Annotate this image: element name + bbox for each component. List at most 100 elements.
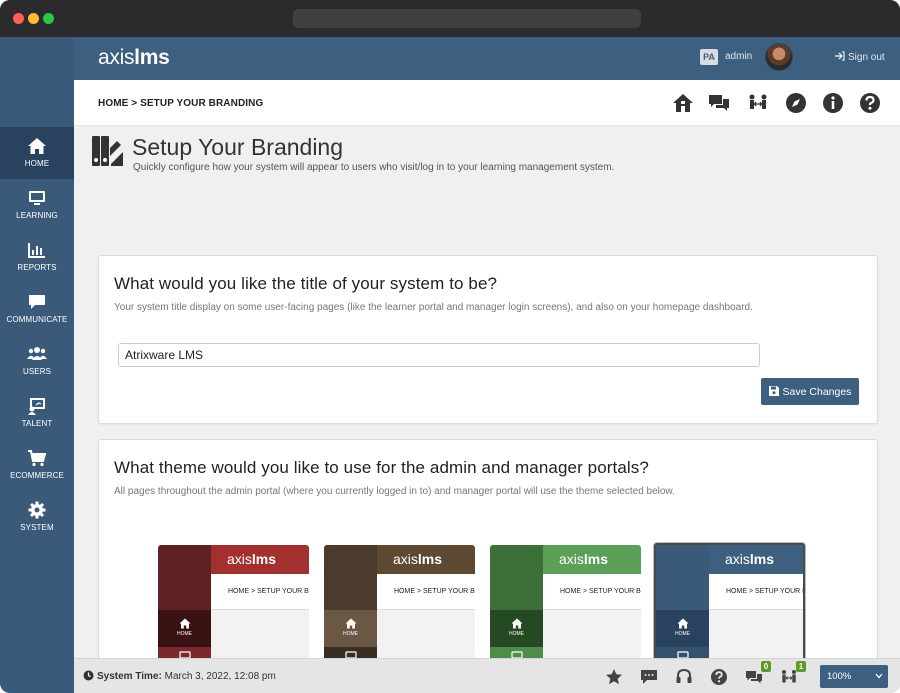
theme-breadcrumb-preview: HOME > SETUP YOUR BI [543, 574, 641, 610]
theme-logo-bold: lms [417, 551, 443, 567]
theme-card: What theme would you like to use for the… [98, 439, 878, 658]
logo-text-bold: lms [134, 46, 170, 69]
monitor-icon [178, 651, 191, 658]
help-icon[interactable] [859, 92, 881, 114]
chat-bubbles-icon[interactable] [708, 92, 730, 114]
sidebar-item-label: TALENT [21, 419, 53, 428]
help-icon[interactable] [710, 668, 728, 686]
monitor-icon [344, 651, 357, 658]
theme-home-label: HOME [177, 631, 192, 637]
user-initials-badge[interactable]: PA [700, 49, 718, 65]
compass-icon[interactable] [785, 92, 807, 114]
system-title-description: Your system title display on some user-f… [114, 302, 753, 313]
theme-home-item: HOME [158, 610, 211, 647]
chat-count-badge: 0 [761, 661, 771, 672]
theme-header-swatch: axislms [543, 545, 641, 574]
home-icon[interactable] [672, 92, 694, 114]
browser-titlebar [0, 0, 900, 37]
breadcrumb: HOME > SETUP YOUR BRANDING [98, 98, 263, 109]
zoom-value: 100% [827, 671, 852, 682]
save-changes-label: Save Changes [782, 385, 852, 398]
theme-option-1[interactable]: axislms HOME > SETUP YOUR BI HOME [158, 545, 309, 658]
top-header: axislms PA admin Sign out [74, 37, 900, 80]
sidebar-item-learning[interactable]: LEARNING [0, 179, 74, 231]
breadcrumb-home-link[interactable]: HOME [98, 98, 128, 109]
browser-window: HOME LEARNING REPORTS COMMUNICATE USERS … [0, 0, 900, 693]
users-count-badge: 1 [796, 661, 806, 672]
system-time-label: System Time: [97, 671, 162, 682]
clock-icon [83, 670, 94, 681]
avatar[interactable] [765, 43, 793, 71]
theme-home-item: HOME [324, 610, 377, 647]
theme-breadcrumb-preview: HOME > SETUP YOUR BI [211, 574, 309, 610]
theme-logo-bold: lms [583, 551, 609, 567]
sign-out-icon [835, 51, 845, 61]
theme-option-4[interactable]: axislms HOME > SETUP YOUR BI HOME [654, 543, 805, 658]
users-icon [27, 347, 47, 360]
sidebar-item-label: HOME [24, 159, 50, 168]
maximize-window-button[interactable] [43, 13, 54, 24]
sidebar: HOME LEARNING REPORTS COMMUNICATE USERS … [0, 37, 74, 693]
system-title-input[interactable] [118, 343, 760, 367]
star-icon[interactable] [605, 668, 623, 686]
sidebar-item-label: USERS [22, 367, 52, 376]
home-icon [677, 618, 688, 629]
system-time-value: March 3, 2022, 12:08 pm [164, 671, 276, 682]
user-name[interactable]: admin [725, 51, 752, 62]
theme-breadcrumb-text: HOME > SETUP YOUR BI [394, 588, 475, 595]
info-icon[interactable] [822, 92, 844, 114]
bar-chart-icon [28, 243, 45, 258]
monitor-icon [676, 651, 689, 658]
close-window-button[interactable] [13, 13, 24, 24]
theme-home-item: HOME [656, 610, 709, 647]
address-bar[interactable] [293, 9, 641, 28]
sign-out-link[interactable]: Sign out [834, 51, 885, 63]
app-root: HOME LEARNING REPORTS COMMUNICATE USERS … [0, 37, 900, 693]
headset-icon[interactable] [675, 668, 693, 686]
theme-home-label: HOME [509, 631, 524, 637]
chevron-down-icon [875, 673, 883, 679]
users-arrows-icon[interactable] [747, 92, 769, 114]
theme-learning-item [656, 647, 709, 658]
theme-header-swatch: axislms [377, 545, 475, 574]
home-icon [28, 138, 46, 154]
sidebar-item-system[interactable]: SYSTEM [0, 491, 74, 543]
theme-logo-bold: lms [749, 551, 775, 567]
sidebar-item-communicate[interactable]: COMMUNICATE [0, 283, 74, 335]
sidebar-item-home[interactable]: HOME [0, 127, 74, 179]
home-icon [511, 618, 522, 629]
footer-bar: System Time: March 3, 2022, 12:08 pm 0 1… [74, 658, 900, 693]
minimize-window-button[interactable] [28, 13, 39, 24]
theme-option-3[interactable]: axislms HOME > SETUP YOUR BI HOME [490, 545, 641, 658]
system-title-heading: What would you like the title of your sy… [114, 274, 498, 293]
theme-logo: axislms [559, 551, 608, 567]
app-logo[interactable]: axislms [98, 46, 170, 70]
theme-breadcrumb-preview: HOME > SETUP YOUR BI [377, 574, 475, 610]
monitor-icon [510, 651, 523, 658]
sidebar-item-ecommerce[interactable]: ECOMMERCE [0, 439, 74, 491]
theme-breadcrumb-text: HOME > SETUP YOUR BI [560, 588, 641, 595]
theme-breadcrumb-preview: HOME > SETUP YOUR BI [709, 574, 803, 610]
theme-learning-item [490, 647, 543, 658]
theme-option-2[interactable]: axislms HOME > SETUP YOUR BI HOME [324, 545, 475, 658]
breadcrumb-bar: HOME > SETUP YOUR BRANDING [74, 80, 900, 126]
theme-home-item: HOME [490, 610, 543, 647]
theme-logo-light: axis [559, 551, 584, 567]
theme-logo-light: axis [725, 551, 750, 567]
theme-header-swatch: axislms [211, 545, 309, 574]
sidebar-item-reports[interactable]: REPORTS [0, 231, 74, 283]
cart-icon [28, 450, 47, 467]
zoom-select[interactable]: 100% [820, 665, 888, 688]
chat-icon [29, 295, 45, 309]
theme-home-label: HOME [343, 631, 358, 637]
theme-learning-item [324, 647, 377, 658]
save-changes-button[interactable]: Save Changes [761, 378, 859, 405]
theme-description: All pages throughout the admin portal (w… [114, 486, 675, 497]
sidebar-item-users[interactable]: USERS [0, 335, 74, 387]
theme-home-label: HOME [675, 631, 690, 637]
message-icon[interactable] [640, 668, 658, 686]
branding-icon [92, 136, 123, 166]
sidebar-item-talent[interactable]: TALENT [0, 387, 74, 439]
theme-logo-bold: lms [251, 551, 277, 567]
monitor-icon [29, 191, 45, 205]
